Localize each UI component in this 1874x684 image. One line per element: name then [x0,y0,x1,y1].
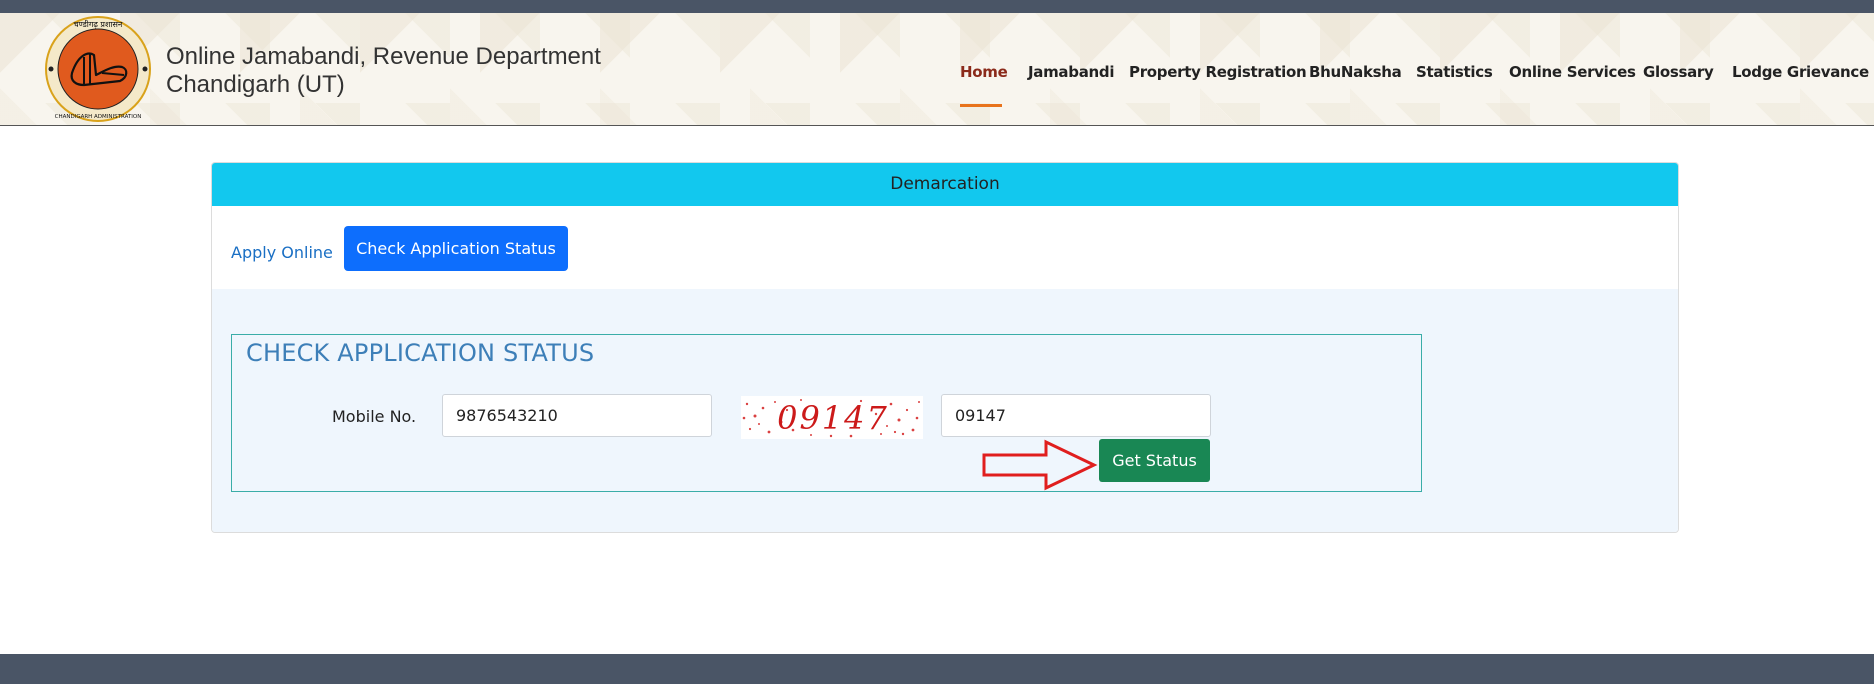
nav-item-glossary[interactable]: Glossary [1643,63,1714,81]
check-status-form: CHECK APPLICATION STATUS Mobile No. 9876… [231,334,1422,492]
tab-apply-online[interactable]: Apply Online [231,243,333,262]
nav-item-home[interactable]: Home [960,63,1008,81]
red-arrow-annotation [982,439,1098,491]
logo-text-top: चण्डीगढ़ प्रशासन [74,19,123,29]
captcha-input[interactable]: 09147 [941,394,1211,437]
site-header: चण्डीगढ़ प्रशासन CHANDIGARH ADMINISTRATI… [0,13,1874,126]
nav-item-statistics[interactable]: Statistics [1416,63,1493,81]
panel-tabs: Apply Online Check Application Status [212,206,1678,289]
mobile-input[interactable]: 9876543210 [442,394,712,437]
captcha-image: 09147 [741,396,923,439]
nav-item-jamabandi[interactable]: Jamabandi [1028,63,1114,81]
main-nav: Home Jamabandi Property Registration Bhu… [0,63,1874,123]
footer-bar [0,654,1874,684]
nav-item-bhunaksha[interactable]: BhuNaksha [1309,63,1402,81]
top-bar [0,0,1874,13]
nav-item-lodge-grievance[interactable]: Lodge Grievance [1732,63,1869,81]
form-title: CHECK APPLICATION STATUS [246,339,595,367]
nav-item-online-services[interactable]: Online Services [1509,63,1636,81]
demarcation-panel: Demarcation Apply Online Check Applicati… [211,162,1679,533]
nav-active-indicator [960,104,1002,107]
captcha-image-text: 09147 [777,399,889,437]
get-status-button[interactable]: Get Status [1099,439,1210,482]
mobile-label: Mobile No. [332,407,417,426]
panel-body: CHECK APPLICATION STATUS Mobile No. 9876… [212,289,1678,532]
tab-check-application-status[interactable]: Check Application Status [344,226,568,271]
nav-item-property-registration[interactable]: Property Registration [1129,63,1307,81]
panel-heading: Demarcation [212,163,1678,206]
